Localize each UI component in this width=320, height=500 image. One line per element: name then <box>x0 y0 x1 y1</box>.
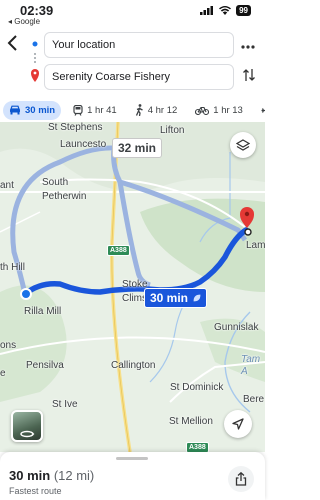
route-summary: 30 min (12 mi) <box>9 468 94 483</box>
road-shield: A388 <box>186 442 209 452</box>
place-label: St Stephens <box>48 122 103 133</box>
place-label: e <box>0 368 6 379</box>
place-label: Gunnislak <box>214 322 259 333</box>
destination-field[interactable]: Serenity Coarse Fishery <box>44 64 234 90</box>
back-button[interactable] <box>6 34 24 54</box>
place-label: Tam <box>241 354 261 365</box>
swap-route-button[interactable] <box>243 68 255 85</box>
clock: 02:39 <box>20 3 54 18</box>
route-distance: (12 mi) <box>53 468 95 483</box>
cellular-signal-icon <box>200 6 214 15</box>
main-route-time[interactable]: 30 min <box>144 288 208 308</box>
bicycle-icon <box>195 106 210 115</box>
travel-mode-tabs: 30 min 1 hr 41 4 hr 12 1 hr 13 <box>0 98 265 122</box>
place-label: St Dominick <box>170 382 224 393</box>
place-label: Launcesto <box>60 139 107 150</box>
road-shield: A388 <box>107 245 130 256</box>
more-options-button[interactable] <box>241 36 255 54</box>
place-label: South Petherwin <box>42 177 87 202</box>
mode-duration-walk: 4 hr 12 <box>147 104 178 116</box>
status-bar: 02:39 ◂ Google 99 <box>0 0 265 28</box>
navigation-arrow-icon <box>232 418 244 430</box>
back-to-google-link[interactable]: ◂ Google <box>8 17 40 26</box>
route-summary-sheet[interactable]: 30 min (12 mi) Fastest route <box>0 452 265 500</box>
sheet-drag-handle[interactable] <box>116 457 148 460</box>
my-location-button[interactable] <box>224 410 252 438</box>
main-route-time-text: 30 min <box>150 291 189 305</box>
share-icon <box>235 472 247 486</box>
mode-duration-transit: 1 hr 41 <box>87 104 117 116</box>
mode-tab-flight[interactable] <box>255 101 265 120</box>
street-view-thumbnail[interactable] <box>11 410 43 442</box>
car-icon <box>10 105 20 115</box>
train-icon <box>73 104 83 116</box>
share-button[interactable] <box>228 466 254 492</box>
swap-vertical-icon <box>243 69 255 81</box>
place-label: Bere <box>243 394 265 405</box>
mode-duration-car: 30 min <box>25 104 56 116</box>
place-label: Rilla Mill <box>24 306 62 317</box>
layers-button[interactable] <box>230 132 256 158</box>
street-view-rotate-icon <box>20 430 35 438</box>
place-label: Lifton <box>160 125 185 136</box>
chevron-left-icon <box>7 35 17 51</box>
place-label: Pensilva <box>26 360 64 371</box>
wifi-icon <box>219 6 232 15</box>
eco-leaf-icon <box>193 294 201 302</box>
layers-icon <box>236 138 250 151</box>
place-label: Callington <box>111 360 156 371</box>
plane-icon <box>261 107 265 113</box>
walk-icon <box>135 104 143 116</box>
mode-tab-transit[interactable]: 1 hr 41 <box>67 101 123 120</box>
place-label: ons <box>0 340 17 351</box>
route-duration: 30 min <box>9 468 51 483</box>
place-label: ant <box>0 180 14 191</box>
route-connector-icon <box>31 40 39 82</box>
place-label: th Hill <box>0 262 26 273</box>
place-label: St Ive <box>52 399 78 410</box>
alternate-route-time[interactable]: 32 min <box>112 138 163 158</box>
system-icons: 99 <box>200 5 251 16</box>
more-horizontal-icon <box>241 45 255 49</box>
origin-marker[interactable] <box>20 288 32 300</box>
mode-duration-bike: 1 hr 13 <box>213 104 243 116</box>
place-label: A <box>241 366 248 377</box>
mode-tab-bike[interactable]: 1 hr 13 <box>189 101 249 120</box>
origin-field[interactable]: Your location <box>44 32 234 58</box>
map-view[interactable]: St Stephens Lifton Launcesto ant South P… <box>0 122 265 452</box>
mode-tab-walk[interactable]: 4 hr 12 <box>129 100 184 120</box>
route-note: Fastest route <box>9 486 62 496</box>
battery-indicator: 99 <box>236 5 251 16</box>
place-label: St Mellion <box>169 416 213 427</box>
place-label: Lam <box>246 240 265 251</box>
mode-tab-car[interactable]: 30 min <box>3 100 62 120</box>
